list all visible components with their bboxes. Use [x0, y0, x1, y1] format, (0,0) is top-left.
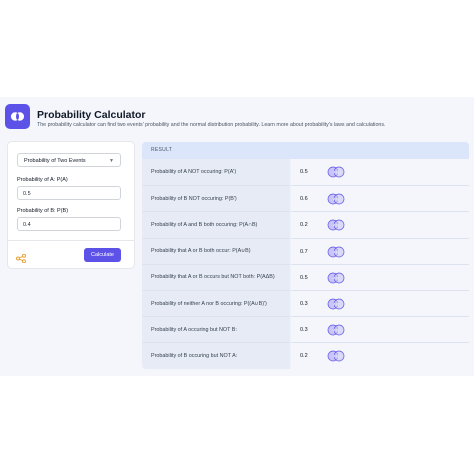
result-row: Probability of B NOT occuring: P(B') 0.6 A… [142, 185, 469, 213]
page-title: Probability Calculator [37, 109, 146, 121]
result-value-cell: 0.3 A B [291, 316, 469, 344]
result-label: Probability of B occuring but NOT A: [142, 342, 290, 369]
result-row: Probability that A or B occurs but NOT b… [142, 263, 469, 291]
probability-a-label: Probability of A: P(A) [17, 177, 68, 183]
result-value-cell: 0.6 A B [291, 185, 469, 213]
result-value-cell: 0.2 A B [291, 342, 469, 369]
result-label: Probability of A NOT occuring: P(A') [142, 159, 290, 186]
venn-diagram-icon: A B [327, 246, 345, 258]
result-value-cell: 0.3 A B [291, 289, 469, 318]
result-value: 0.5 [300, 169, 308, 176]
probability-b-input[interactable]: 0.4 [17, 217, 121, 231]
result-value: 0.7 [300, 248, 308, 255]
result-table: RESULT Probability of A NOT occuring: P(… [142, 142, 469, 369]
result-row: Probability of A occuring but NOT B: 0.3 A… [142, 316, 469, 344]
venn-label: A B [333, 197, 340, 202]
result-label: Probability of neither A nor B occuring:… [142, 289, 290, 317]
card-divider [8, 240, 134, 241]
result-row: Probability of B occuring but NOT A: 0.2 A… [142, 342, 469, 369]
result-value: 0.6 [300, 196, 308, 203]
venn-diagram-icon: A B [327, 166, 345, 178]
calculation-mode-value: Probability of Two Events [24, 158, 86, 164]
venn-diagram-icon: A B [327, 193, 345, 205]
result-header: RESULT [142, 142, 469, 159]
venn-label: A B [333, 354, 340, 359]
result-label: Probability that A or B both occur: P(A∪… [142, 237, 290, 264]
result-row: Probability of A and B both occuring: P(… [142, 211, 469, 239]
calculate-button[interactable]: Calculate [84, 248, 121, 262]
result-label: Probability of A and B both occuring: P(… [142, 211, 290, 238]
input-card: Probability of Two Events ▼ Probability … [8, 142, 134, 268]
result-label: Probability of B NOT occuring: P(B') [142, 185, 290, 212]
probability-b-label: Probability of B: P(B) [17, 208, 69, 214]
result-value-cell: 0.5 A B [291, 159, 469, 186]
venn-label: A B [333, 170, 340, 175]
venn-label: A B [333, 249, 340, 254]
venn-diagram-icon: A B [327, 298, 345, 310]
calculation-mode-select[interactable]: Probability of Two Events ▼ [17, 153, 121, 167]
venn-diagram-icon: A B [327, 324, 345, 336]
result-row: Probability of A NOT occuring: P(A') 0.5 A… [142, 159, 469, 186]
venn-label: A B [333, 275, 340, 280]
share-icon[interactable] [16, 250, 26, 268]
venn-label: A B [333, 223, 340, 228]
result-value: 0.5 [300, 274, 308, 281]
result-row: Probability of neither A nor B occuring:… [142, 289, 469, 318]
result-value-cell: 0.5 A B [291, 263, 469, 291]
chevron-down-icon: ▼ [109, 158, 114, 164]
venn-label: A B [333, 328, 340, 333]
result-value: 0.2 [300, 353, 308, 360]
venn-diagram-icon: A B [327, 220, 345, 231]
result-label: Probability that A or B occurs but NOT b… [142, 263, 290, 290]
app-logo-icon [5, 104, 30, 129]
result-row: Probability that A or B both occur: P(A∪… [142, 237, 469, 265]
venn-diagram-icon: A B [327, 272, 345, 284]
probability-a-input[interactable]: 0.5 [17, 186, 121, 200]
result-value-cell: 0.2 A B [291, 211, 469, 239]
page-subtitle: The probability calculator can find two … [37, 122, 386, 128]
result-value: 0.2 [300, 222, 308, 229]
venn-label: A B [333, 302, 340, 307]
result-label: Probability of A occuring but NOT B: [142, 316, 290, 343]
result-value: 0.3 [300, 301, 308, 308]
venn-diagram-icon: A B [327, 351, 345, 362]
result-value-cell: 0.7 A B [291, 237, 469, 265]
result-value: 0.3 [300, 327, 308, 334]
